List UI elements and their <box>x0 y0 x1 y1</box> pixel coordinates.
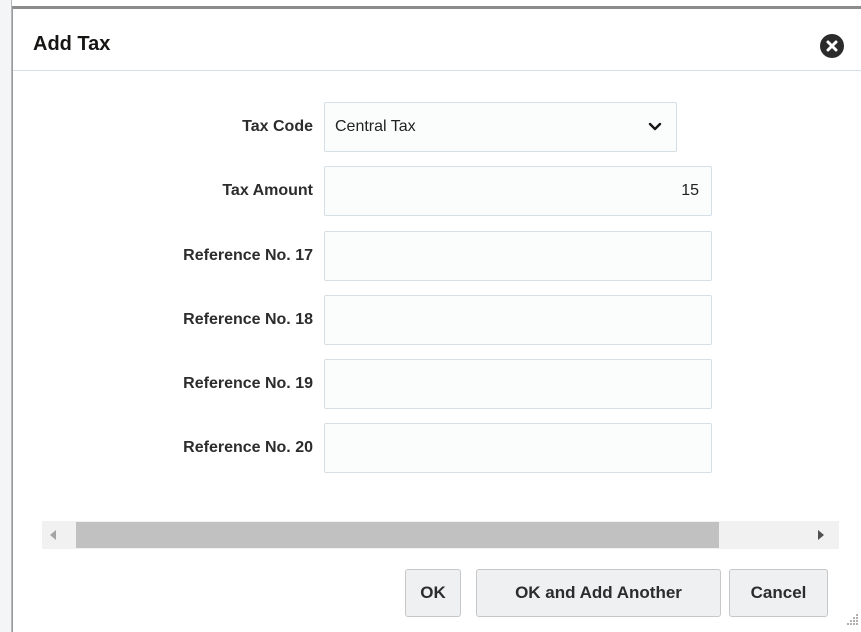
scrollbar-thumb[interactable] <box>76 522 719 548</box>
close-icon[interactable] <box>820 34 844 58</box>
reference-20-row: Reference No. 20 <box>13 423 861 473</box>
scroll-left-arrow-icon[interactable] <box>50 530 58 540</box>
reference-20-input[interactable] <box>324 423 712 473</box>
reference-17-input[interactable] <box>324 231 712 281</box>
reference-19-input[interactable] <box>324 359 712 409</box>
reference-18-row: Reference No. 18 <box>13 295 861 345</box>
chevron-down-icon <box>648 122 662 131</box>
tax-code-row: Tax Code Central Tax <box>13 102 861 152</box>
resize-grip-icon[interactable] <box>845 612 859 626</box>
horizontal-scrollbar[interactable] <box>42 521 839 549</box>
background-page-edge <box>0 0 12 632</box>
ok-and-add-another-button[interactable]: OK and Add Another <box>476 569 721 617</box>
reference-17-row: Reference No. 17 <box>13 231 861 281</box>
tax-amount-label: Tax Amount <box>222 182 313 199</box>
scroll-right-arrow-icon[interactable] <box>817 530 825 540</box>
tax-amount-input[interactable]: 15 <box>324 166 712 216</box>
reference-20-label: Reference No. 20 <box>183 439 313 456</box>
add-tax-dialog: Add Tax Tax Code Central Tax Tax Amount … <box>12 6 861 632</box>
tax-code-label: Tax Code <box>242 118 313 135</box>
cancel-button[interactable]: Cancel <box>729 569 828 617</box>
reference-18-label: Reference No. 18 <box>183 311 313 328</box>
tax-code-selected-value: Central Tax <box>335 118 416 135</box>
tax-code-select[interactable]: Central Tax <box>324 102 677 152</box>
dialog-title: Add Tax <box>33 33 111 55</box>
reference-19-label: Reference No. 19 <box>183 375 313 392</box>
reference-19-row: Reference No. 19 <box>13 359 861 409</box>
reference-18-input[interactable] <box>324 295 712 345</box>
ok-button[interactable]: OK <box>405 569 461 617</box>
dialog-header: Add Tax <box>13 9 861 71</box>
tax-amount-row: Tax Amount 15 <box>13 166 861 216</box>
reference-17-label: Reference No. 17 <box>183 247 313 264</box>
